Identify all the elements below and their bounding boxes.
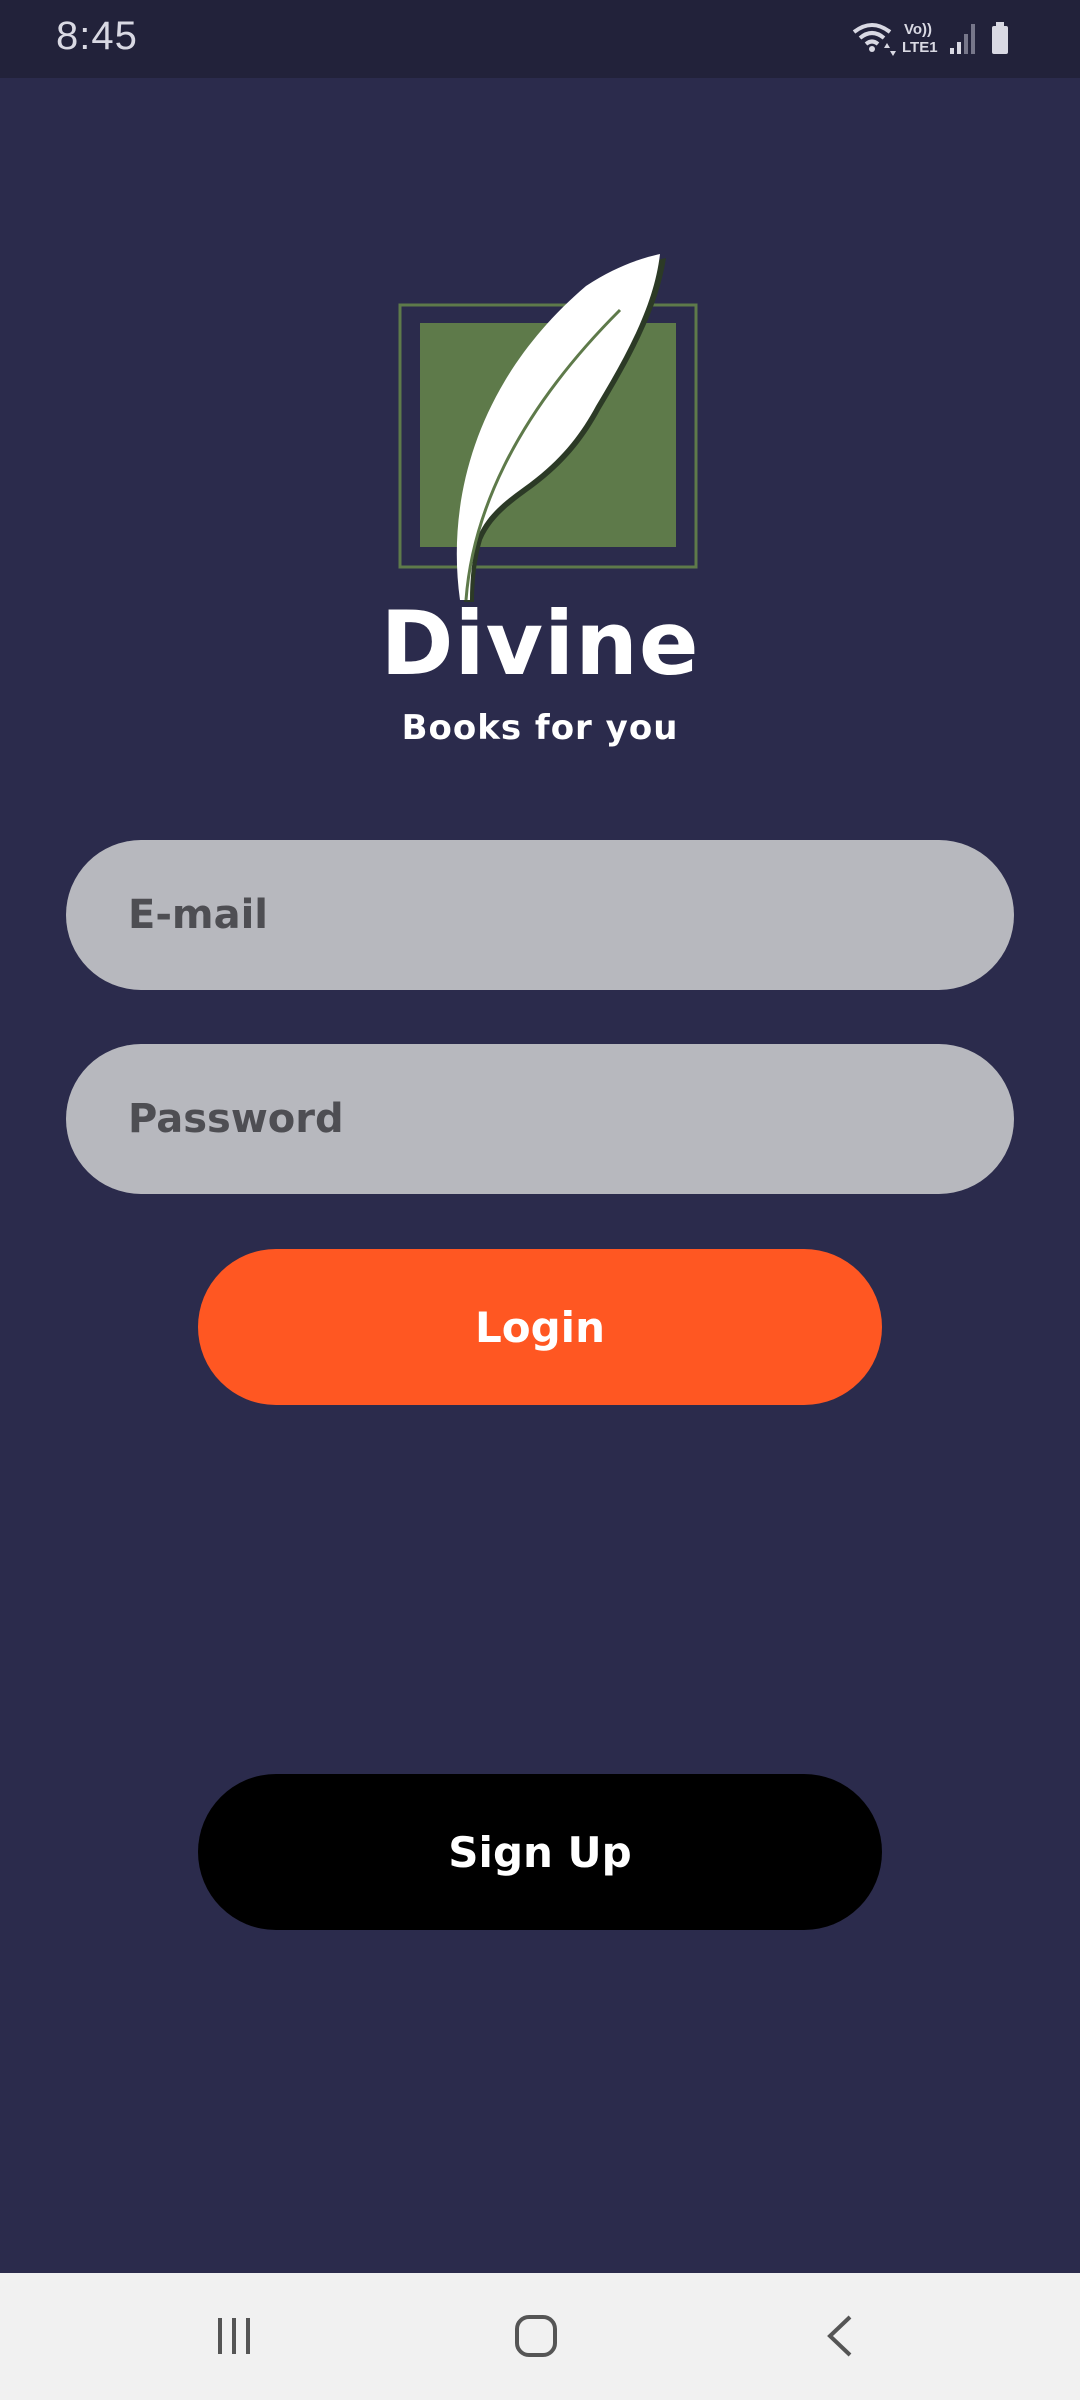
brand-tagline: Books for you (401, 708, 679, 748)
email-field (66, 840, 1014, 990)
battery-icon (992, 22, 1008, 54)
password-input[interactable] (66, 1044, 1014, 1194)
back-icon (827, 2315, 852, 2357)
status-icons: Vo)) LTE1 (850, 18, 1030, 58)
recents-button[interactable] (194, 2303, 274, 2369)
network-label-top: Vo)) (904, 21, 932, 38)
back-button[interactable] (800, 2303, 880, 2369)
email-input[interactable] (66, 840, 1014, 990)
home-button[interactable] (496, 2303, 576, 2369)
network-label-bottom: LTE1 (902, 39, 938, 56)
login-button[interactable]: Login (198, 1249, 882, 1405)
signup-button[interactable]: Sign Up (198, 1774, 882, 1930)
status-time: 8:45 (56, 14, 138, 58)
password-field (66, 1044, 1014, 1194)
home-icon (515, 2315, 557, 2357)
status-bar: 8:45 Vo)) LTE1 (0, 0, 1080, 78)
recents-icon (218, 2318, 250, 2354)
signal-icon (950, 24, 975, 54)
navigation-bar (0, 2273, 1080, 2400)
wifi-icon (852, 23, 896, 56)
brand-name: Divine (380, 592, 700, 695)
app-logo (390, 250, 710, 620)
